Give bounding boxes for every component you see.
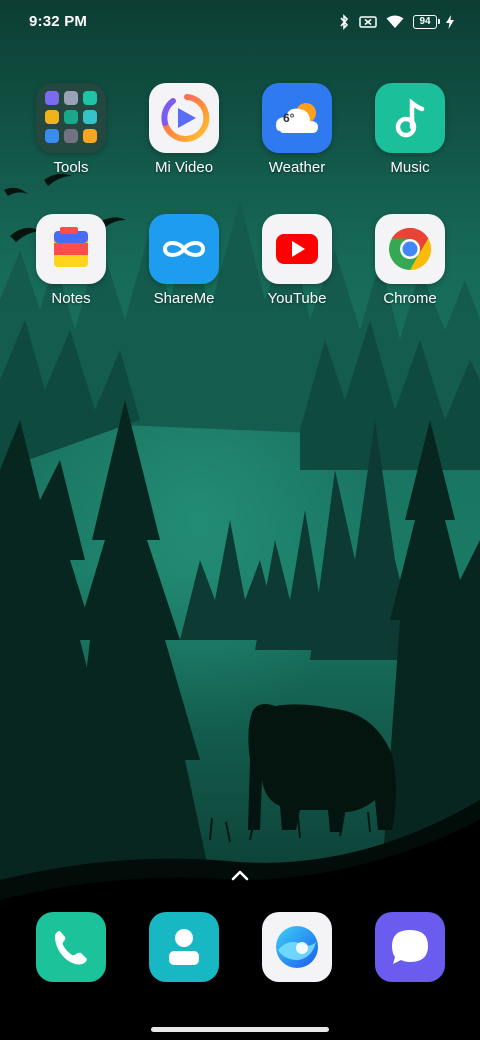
browser-icon (262, 912, 332, 982)
dock (0, 912, 480, 1002)
app-shareme[interactable]: ShareMe (134, 214, 234, 308)
music-icon (375, 83, 445, 153)
app-weather[interactable]: 6° Weather (247, 83, 347, 177)
messages-icon (375, 912, 445, 982)
bluetooth-icon (340, 14, 349, 30)
battery-level: 94 (419, 16, 431, 27)
dock-messages[interactable] (360, 912, 460, 982)
youtube-icon (262, 214, 332, 284)
shareme-icon (149, 214, 219, 284)
phone-icon (36, 912, 106, 982)
app-label: Music (390, 159, 430, 176)
status-time: 9:32 PM (29, 13, 88, 30)
app-label: YouTube (267, 290, 327, 307)
status-bar: 9:32 PM 94 (0, 0, 480, 44)
app-chrome[interactable]: Chrome (360, 214, 460, 308)
app-youtube[interactable]: YouTube (247, 214, 347, 308)
battery-icon: 94 (413, 15, 440, 29)
app-label: Mi Video (154, 159, 214, 176)
dock-phone[interactable] (21, 912, 121, 982)
dock-contacts[interactable] (134, 912, 234, 982)
app-drawer-chevron-up-icon[interactable] (228, 866, 252, 884)
app-music[interactable]: Music (360, 83, 460, 177)
app-label: Notes (51, 290, 91, 307)
status-icons: 94 (338, 12, 454, 32)
charging-icon (446, 15, 454, 29)
contacts-icon (149, 912, 219, 982)
folder-icon (36, 83, 106, 153)
chrome-icon (375, 214, 445, 284)
mi-video-icon (149, 83, 219, 153)
app-label: ShareMe (153, 290, 215, 307)
app-mi-video[interactable]: Mi Video (134, 83, 234, 177)
wifi-icon (386, 15, 404, 28)
weather-icon: 6° (262, 83, 332, 153)
home-indicator[interactable] (151, 1027, 329, 1032)
weather-temp: 6° (283, 111, 295, 125)
app-label: Tools (53, 159, 89, 176)
app-label: Chrome (383, 290, 437, 307)
dock-browser[interactable] (247, 912, 347, 982)
app-tools[interactable]: Tools (21, 83, 121, 177)
app-notes[interactable]: Notes (21, 214, 121, 308)
app-label: Weather (268, 159, 326, 176)
notes-icon (36, 214, 106, 284)
no-sim-icon (359, 16, 377, 28)
